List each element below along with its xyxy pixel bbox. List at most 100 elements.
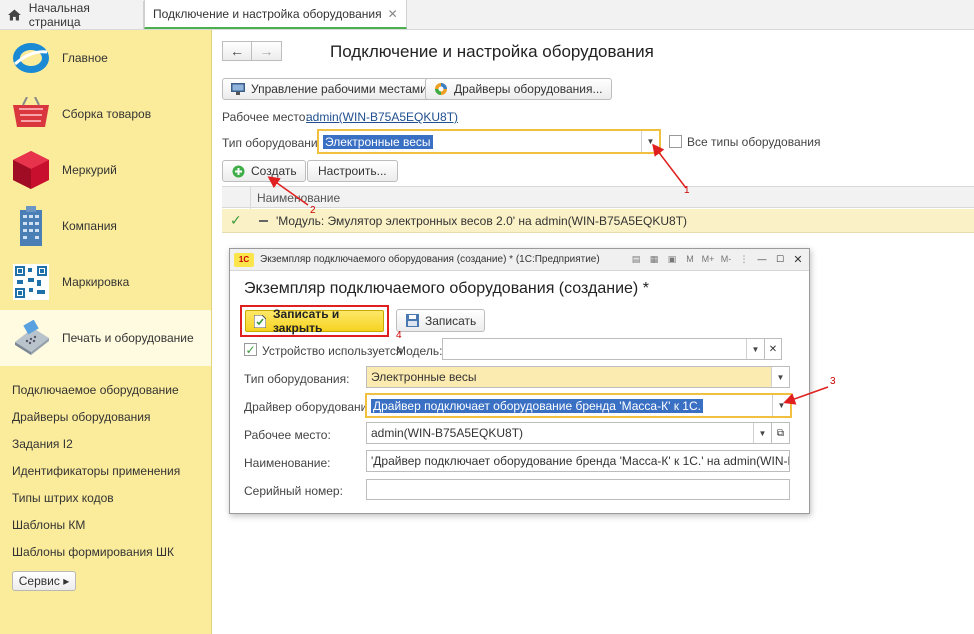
- close-icon[interactable]: ✕: [791, 252, 805, 266]
- service-button[interactable]: Сервис ▸: [12, 571, 76, 591]
- sidebar-item-company[interactable]: Компания: [0, 198, 211, 254]
- sidebar-link-tasks-i2[interactable]: Задания I2: [0, 430, 211, 457]
- forward-button[interactable]: →: [252, 41, 282, 61]
- column-header-name[interactable]: Наименование: [257, 191, 340, 205]
- table-row-text: 'Модуль: Эмулятор электронных весов 2.0'…: [276, 214, 688, 228]
- driver-value: Драйвер подключает оборудование бренда '…: [371, 398, 703, 413]
- equipment-instance-dialog: 1С Экземпляр подключаемого оборудования …: [229, 248, 810, 514]
- workplace-link[interactable]: admin(WIN-B75A5EQKU8T): [306, 110, 458, 124]
- equipment-type-value: Электронные весы: [323, 134, 433, 149]
- column-separator: [250, 187, 251, 209]
- model-select[interactable]: ▼: [442, 338, 765, 360]
- open-link-icon: ⧉: [776, 427, 785, 439]
- memory-minus-icon[interactable]: M-: [719, 252, 733, 266]
- minus-icon: [259, 220, 268, 222]
- sidebar-item-mercury[interactable]: Меркурий: [0, 142, 211, 198]
- minimize-icon[interactable]: —: [755, 252, 769, 266]
- close-icon[interactable]: ✕: [388, 7, 398, 21]
- basket-icon: [10, 93, 52, 135]
- sidebar-item-label: Сборка товаров: [62, 107, 152, 121]
- dialog-workplace-select[interactable]: admin(WIN-B75A5EQKU8T) ▼: [366, 422, 772, 444]
- dropdown-icon[interactable]: ▼: [641, 131, 659, 152]
- sidebar-link-equipment-drivers[interactable]: Драйверы оборудования: [0, 403, 211, 430]
- equipment-drivers-button[interactable]: Драйверы оборудования...: [425, 78, 612, 100]
- create-button-label: Создать: [251, 164, 297, 178]
- driver-select[interactable]: Драйвер подключает оборудование бренда '…: [365, 393, 792, 418]
- spreadsheet-icon[interactable]: ▦: [647, 252, 661, 266]
- plus-circle-icon: [231, 164, 245, 178]
- dialog-titlebar: 1С Экземпляр подключаемого оборудования …: [230, 249, 809, 271]
- sidebar-item-label: Главное: [62, 51, 108, 65]
- sidebar-item-assembly[interactable]: Сборка товаров: [0, 86, 211, 142]
- dialog-heading: Экземпляр подключаемого оборудования (со…: [244, 280, 649, 297]
- save-and-close-label: Записать и закрыть: [273, 307, 340, 335]
- sidebar-link-application-ids[interactable]: Идентификаторы применения: [0, 457, 211, 484]
- driver-label: Драйвер оборудования:: [244, 400, 378, 414]
- workplace-label: Рабочее место:: [222, 110, 309, 124]
- history-nav: ← →: [222, 41, 282, 61]
- driver-wheel-icon: [434, 82, 448, 96]
- annotation-label-2: 2: [310, 205, 316, 216]
- page-title: Подключение и настройка оборудования: [330, 42, 654, 61]
- name-input[interactable]: 'Драйвер подключает оборудование бренда …: [366, 450, 790, 472]
- all-types-checkbox[interactable]: [669, 135, 682, 148]
- floppy-disk-icon: [405, 314, 419, 328]
- sidebar-item-print-equipment[interactable]: Печать и оборудование: [0, 310, 211, 366]
- dialog-toolbar: ▤ ▦ ▣ M M+ M- ⋮ — ☐ ✕: [625, 252, 805, 266]
- annotation-label-3: 3: [830, 376, 836, 387]
- open-workplace-button[interactable]: ⧉: [771, 422, 790, 444]
- maximize-icon[interactable]: ☐: [773, 252, 787, 266]
- sidebar-item-label: Печать и оборудование: [62, 331, 194, 345]
- device-used-checkbox[interactable]: ✓: [244, 343, 257, 357]
- dialog-equipment-type-select[interactable]: Электронные весы ▼: [366, 366, 790, 388]
- dropdown-icon[interactable]: ▼: [746, 339, 764, 359]
- building-icon: [10, 205, 52, 247]
- annotation-label-4: 4: [396, 330, 402, 341]
- sidebar-link-km-templates[interactable]: Шаблоны КМ: [0, 511, 211, 538]
- dropdown-icon[interactable]: ▼: [771, 367, 789, 387]
- sidebar-item-marking[interactable]: Маркировка: [0, 254, 211, 310]
- equipment-type-label: Тип оборудования:: [222, 136, 328, 150]
- back-button[interactable]: ←: [222, 41, 252, 61]
- save-document-icon: [253, 314, 267, 328]
- save-button[interactable]: Записать: [396, 309, 486, 332]
- manage-workplaces-button[interactable]: Управление рабочими местами ▼: [222, 78, 450, 100]
- configure-button[interactable]: Настроить...: [307, 160, 398, 182]
- all-types-label: Все типы оборудования: [687, 135, 821, 149]
- annotation-label-1: 1: [684, 185, 690, 196]
- memory-plus-icon[interactable]: M+: [701, 252, 715, 266]
- tab-home[interactable]: Начальная страница: [0, 1, 144, 29]
- serial-label: Серийный номер:: [244, 484, 343, 498]
- sidebar-item-label: Маркировка: [62, 275, 130, 289]
- memory-m-icon[interactable]: M: [683, 252, 697, 266]
- home-icon: [8, 9, 21, 21]
- model-label: Модель:: [396, 344, 443, 358]
- dropdown-icon[interactable]: ▼: [772, 395, 790, 416]
- sidebar-sub-list: Подключаемое оборудование Драйверы обору…: [0, 366, 211, 591]
- sidebar: Главное Сборка товаров Меркурий Компания…: [0, 30, 212, 634]
- monitor-icon: [231, 82, 245, 96]
- manage-workplaces-label: Управление рабочими местами: [251, 82, 427, 96]
- dropdown-icon[interactable]: ▼: [753, 423, 771, 443]
- calendar-icon[interactable]: ▣: [665, 252, 679, 266]
- create-button[interactable]: Создать: [222, 160, 306, 182]
- more-icon[interactable]: ⋮: [737, 252, 751, 266]
- 1c-logo-icon: 1С: [234, 252, 254, 267]
- name-value: 'Драйвер подключает оборудование бренда …: [371, 454, 789, 468]
- serial-number-input[interactable]: [366, 479, 790, 500]
- sidebar-link-barcode-types[interactable]: Типы штрих кодов: [0, 484, 211, 511]
- sidebar-link-connected-equipment[interactable]: Подключаемое оборудование: [0, 376, 211, 403]
- document-icon[interactable]: ▤: [629, 252, 643, 266]
- arrow-right-icon: →: [259, 43, 274, 59]
- sidebar-item-main[interactable]: Главное: [0, 30, 211, 86]
- dialog-workplace-label: Рабочее место:: [244, 428, 331, 442]
- cube-icon: [10, 149, 52, 191]
- sidebar-link-barcode-templates[interactable]: Шаблоны формирования ШК: [0, 538, 211, 565]
- tab-equipment-setup-label: Подключение и настройка оборудования: [153, 6, 382, 21]
- equipment-type-select[interactable]: Электронные весы ▼: [317, 129, 661, 154]
- dialog-workplace-value: admin(WIN-B75A5EQKU8T): [371, 426, 524, 440]
- table-row[interactable]: ✓ 'Модуль: Эмулятор электронных весов 2.…: [222, 209, 974, 233]
- tab-equipment-setup[interactable]: Подключение и настройка оборудования ✕: [144, 0, 407, 29]
- clear-model-button[interactable]: ✕: [764, 338, 782, 360]
- save-and-close-button[interactable]: Записать и закрыть: [240, 305, 389, 337]
